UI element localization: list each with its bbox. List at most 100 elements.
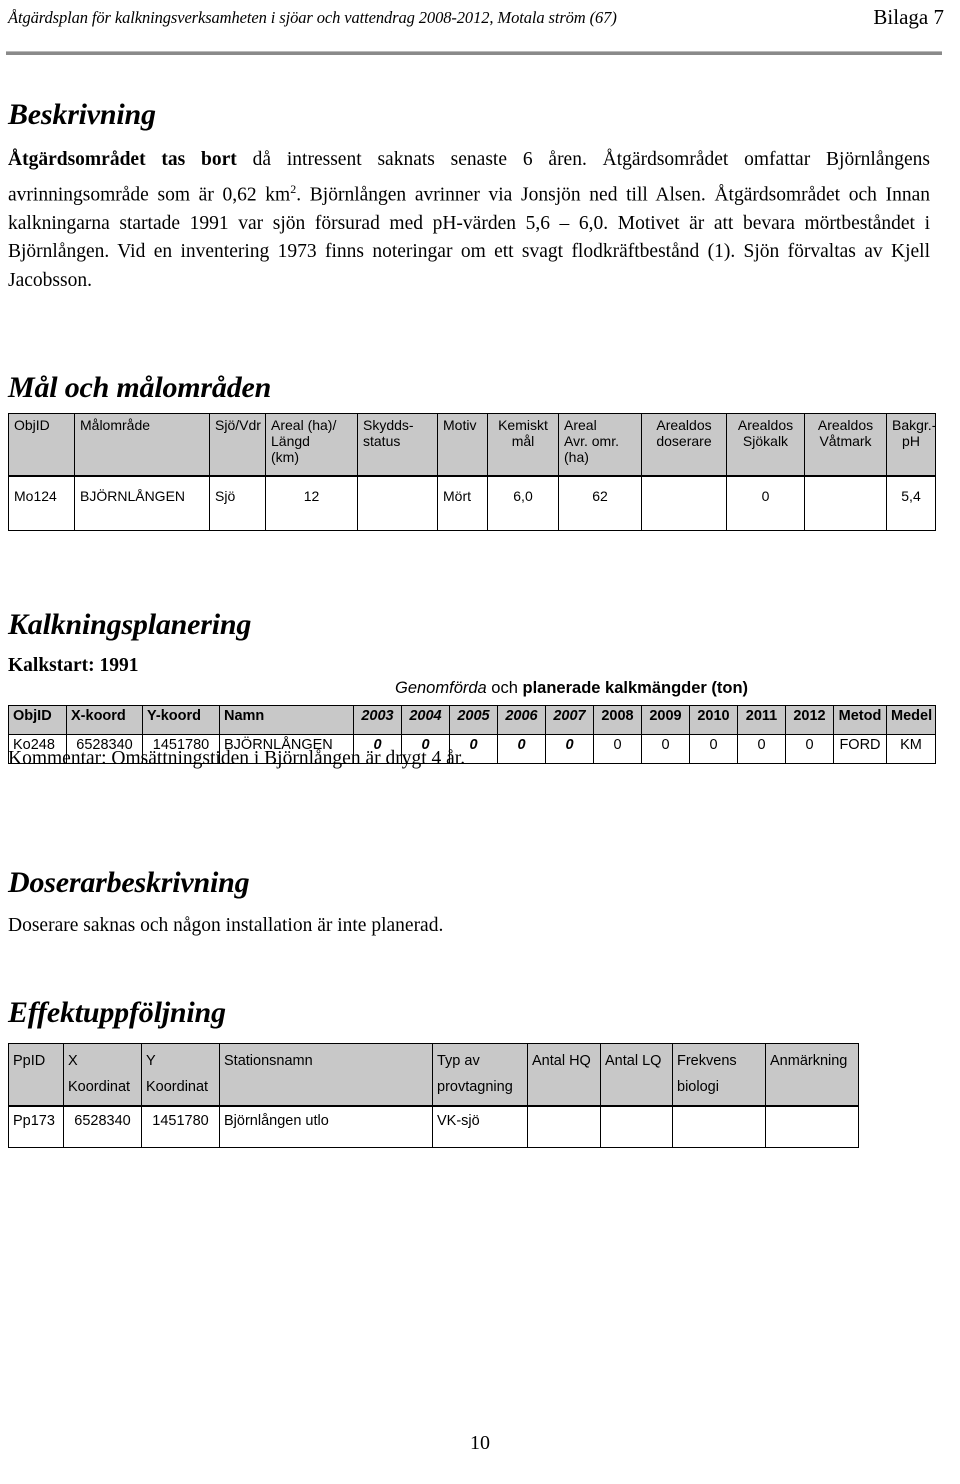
cell-year-2006: 0 [497,734,546,764]
mal-och-malomraden-table: ObjID Målområde Sjö/Vdr Areal (ha)/ Läng… [8,413,936,531]
section-title-kalkningsplanering: Kalkningsplanering [8,608,252,641]
col-typ-av-provtagning: Typ av provtagning [432,1043,528,1107]
cell-year-2010: 0 [689,734,738,764]
col-antal-hq-line1: Antal HQ [532,1053,591,1069]
cell-frekvens-biologi [672,1105,766,1148]
col-year-2004: 2004 [401,705,450,735]
cell-stationsnamn: Björnlången utlo [219,1105,433,1148]
cell-x-koordinat: 6528340 [63,1105,142,1148]
col-sjo-vdr: Sjö/Vdr [209,413,266,477]
cell-year-2011: 0 [737,734,786,764]
page-header: Åtgärdsplan för kalkningsverksamheten i … [0,5,960,55]
cell-skyddsstatus [357,475,438,531]
section-title-beskrivning: Beskrivning [8,98,156,131]
col-malomrade: Målområde [74,413,210,477]
col-typ-line2: provtagning [437,1079,513,1095]
col-year-2007: 2007 [545,705,594,735]
section-title-mal-och-malomraden: Mål och målområden [8,371,272,404]
col-bakgr-ph-line2: pH [902,433,920,449]
col-year-2009: 2009 [641,705,690,735]
col-metod: Metod [833,705,887,735]
col-arealdos-sjokalk-line2: Sjökalk [742,433,789,449]
cell-areal-langd: 12 [265,475,358,531]
col-anmarkning: Anmärkning [765,1043,859,1107]
col-bakgr-ph: Bakgr.- pH [886,413,937,477]
table-row: Pp173 6528340 1451780 Björnlången utlo V… [8,1105,859,1148]
col-malomrade-line1: Målområde [80,417,151,433]
col-skyddsstatus-line1: Skydds- [363,417,414,433]
col-areal-avr-omr: Areal Avr. omr. (ha) [558,413,642,477]
cell-antal-hq [527,1105,601,1148]
cell-arealdos-sjokalk: 0 [726,475,805,531]
col-stationsnamn: Stationsnamn [219,1043,433,1107]
table-header-row: PpID X Koordinat Y Koordinat Stationsnam… [8,1043,859,1107]
col-areal-langd-line1: Areal (ha)/ [271,417,337,433]
col-year-2006: 2006 [497,705,546,735]
section-title-doserarbeskrivning: Doserarbeskrivning [8,866,250,899]
col-anmarkning-line1: Anmärkning [770,1053,848,1069]
col-objid: ObjID [8,413,75,477]
cell-year-2007: 0 [545,734,594,764]
cell-malomrade: BJÖRNLÅNGEN [74,475,210,531]
beskrivning-paragraph: Åtgärdsområdet tas bort då intressent sa… [8,146,930,295]
cell-typ-av-provtagning: VK-sjö [432,1105,528,1148]
section-title-effektuppfoljning: Effektuppföljning [8,996,226,1029]
cell-year-2012: 0 [785,734,834,764]
col-x-koord: X-koord [66,705,143,735]
col-arealdos-vatmark-line2: Våtmark [819,433,872,449]
table-row: Mo124 BJÖRNLÅNGEN Sjö 12 Mört 6,0 62 0 5… [8,475,936,531]
beskrivning-lead: Åtgärdsområdet tas bort [8,149,237,170]
col-year-2010: 2010 [689,705,738,735]
col-x-koordinat-line1: X Koordinat [68,1053,131,1095]
col-y-koordinat-line1: Y Koordinat [146,1053,209,1095]
col-frekvens-biologi: Frekvens biologi [672,1043,766,1107]
col-ppid-line1: PpID [13,1053,46,1069]
col-ppid: PpID [8,1043,64,1107]
col-areal-langd: Areal (ha)/ Längd (km) [265,413,358,477]
cell-objid: Mo124 [8,475,75,531]
cell-bakgr-ph: 5,4 [886,475,936,531]
col-arealdos-vatmark: Arealdos Våtmark [804,413,887,477]
col-x-koordinat: X Koordinat [63,1043,142,1107]
effektuppfoljning-table: PpID X Koordinat Y Koordinat Stationsnam… [8,1043,859,1148]
cell-sjo-vdr: Sjö [209,475,266,531]
col-areal-avr-line3: (ha) [564,449,589,465]
col-medel: Medel [886,705,936,735]
col-antal-lq-line1: Antal LQ [605,1053,662,1069]
col-year-2003: 2003 [353,705,402,735]
col-stationsnamn-line1: Stationsnamn [224,1053,313,1069]
col-bakgr-ph-line1: Bakgr.- [892,417,937,433]
col-objid: ObjID [8,705,67,735]
col-namn: Namn [219,705,354,735]
caption-och: och [486,679,523,697]
cell-y-koordinat: 1451780 [141,1105,220,1148]
cell-motiv: Mört [437,475,488,531]
cell-arealdos-vatmark [804,475,887,531]
col-kemiskt-mal: Kemiskt mål [487,413,559,477]
col-year-2008: 2008 [593,705,642,735]
col-antal-hq: Antal HQ [527,1043,601,1107]
caption-planerade: planerade kalkmängder (ton) [522,679,749,697]
col-y-koord: Y-koord [142,705,220,735]
header-divider [6,51,942,55]
cell-year-2008: 0 [593,734,642,764]
col-arealdos-doserare-line2: doserare [656,433,712,449]
col-y-koordinat: Y Koordinat [141,1043,220,1107]
cell-arealdos-doserare [641,475,727,531]
table-header-row: ObjID X-koord Y-koord Namn 2003 2004 200… [8,705,936,735]
col-areal-langd-line2: Längd [271,433,310,449]
col-frekvens-line1: Frekvens [677,1053,737,1069]
col-arealdos-doserare: Arealdos doserare [641,413,727,477]
table-header-row: ObjID Målområde Sjö/Vdr Areal (ha)/ Läng… [8,413,937,477]
col-year-2012: 2012 [785,705,834,735]
cell-metod: FORD [833,734,887,764]
col-areal-avr-line1: Areal [564,417,597,433]
col-areal-avr-line2: Avr. omr. [564,433,619,449]
col-arealdos-vatmark-line1: Arealdos [817,417,874,433]
cell-medel: KM [886,734,936,764]
col-kemiskt-mal-line1: Kemiskt [498,417,548,433]
caption-genomforda: Genomförda [395,679,487,697]
kalk-table-caption: Genomförda och planerade kalkmängder (to… [395,679,748,698]
col-year-2005: 2005 [449,705,498,735]
kalkstart-label: Kalkstart: 1991 [8,655,139,676]
